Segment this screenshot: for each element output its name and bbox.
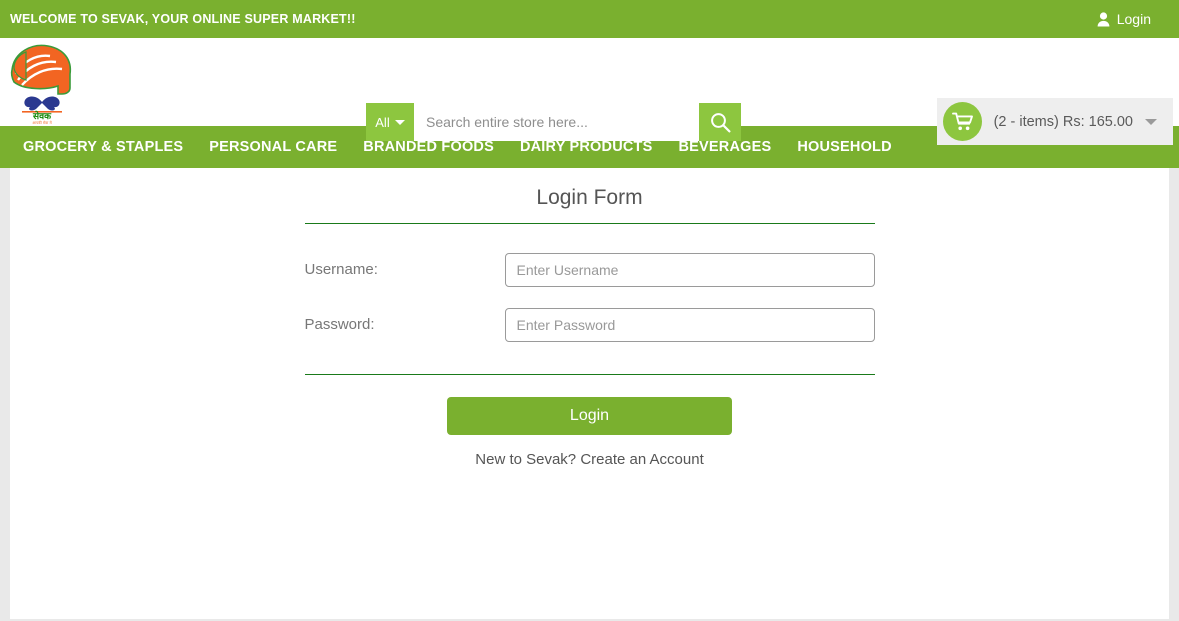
site-logo[interactable]: सेवक आपकी सेवा में bbox=[6, 40, 78, 124]
search-category-dropdown[interactable]: All bbox=[366, 103, 414, 141]
nav-item-household[interactable]: HOUSEHOLD bbox=[784, 126, 904, 168]
search-button[interactable] bbox=[699, 103, 741, 141]
username-label: Username: bbox=[304, 261, 378, 278]
divider-top bbox=[304, 223, 875, 224]
search-icon bbox=[710, 112, 731, 133]
password-row: Password: bbox=[305, 297, 875, 352]
login-link[interactable]: Login bbox=[1097, 11, 1165, 27]
page-title: Login Form bbox=[536, 186, 643, 209]
page-body: Login Form Username: Password: Login New… bbox=[0, 168, 1179, 619]
welcome-bar: WELCOME TO SEVAK, YOUR ONLINE SUPER MARK… bbox=[0, 0, 1179, 38]
site-header: सेवक आपकी सेवा में All Search entire sto… bbox=[0, 38, 1179, 145]
password-label: Password: bbox=[304, 316, 375, 333]
svg-text:आपकी सेवा में: आपकी सेवा में bbox=[32, 120, 52, 124]
person-icon bbox=[1097, 11, 1110, 27]
login-submit-button[interactable]: Login bbox=[447, 397, 732, 435]
shopping-cart-icon bbox=[951, 112, 973, 131]
username-input[interactable] bbox=[504, 252, 875, 287]
search-category-label: All bbox=[375, 114, 390, 130]
cart-summary: (2 - items) Rs: 165.00 bbox=[993, 113, 1133, 130]
chevron-down-icon[interactable] bbox=[1145, 118, 1157, 125]
login-label: Login bbox=[1116, 11, 1151, 27]
password-input[interactable] bbox=[504, 307, 875, 342]
nav-item-personal-care[interactable]: PERSONAL CARE bbox=[196, 126, 350, 168]
chevron-down-icon bbox=[394, 119, 405, 125]
search-bar: All bbox=[366, 103, 741, 141]
username-row: Username: bbox=[305, 242, 875, 297]
cart-icon-circle bbox=[942, 102, 982, 141]
divider-bottom bbox=[304, 374, 875, 375]
create-account-link[interactable]: New to Sevak? Create an Account bbox=[10, 451, 1169, 468]
cart-widget[interactable]: (2 - items) Rs: 165.00 bbox=[936, 98, 1173, 145]
welcome-message: WELCOME TO SEVAK, YOUR ONLINE SUPER MARK… bbox=[10, 12, 356, 26]
search-input[interactable] bbox=[414, 103, 699, 141]
nav-item-grocery-staples[interactable]: GROCERY & STAPLES bbox=[10, 126, 196, 168]
login-panel: Login Form Username: Password: Login New… bbox=[10, 168, 1169, 619]
